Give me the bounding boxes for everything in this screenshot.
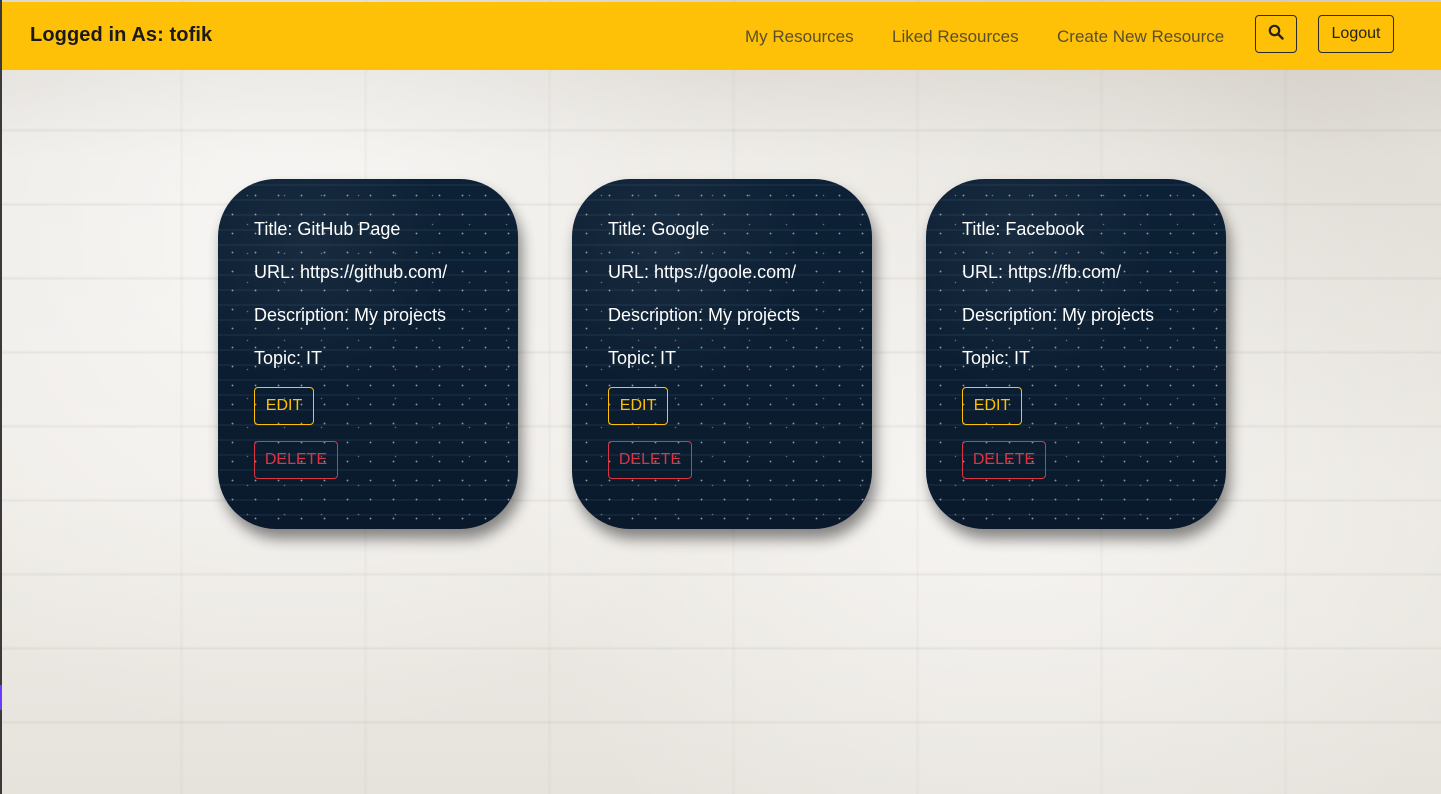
card-description: Description: My projects [254,305,447,325]
card-title: Title: Facebook [962,219,1085,239]
card-url: URL: https://github.com/ [254,262,448,282]
delete-button[interactable]: DELETE [608,441,692,479]
card-topic: Topic: IT [608,348,677,368]
nav-liked-resources[interactable]: Liked Resources [892,27,1019,47]
card-topic: Topic: IT [254,348,323,368]
logout-button[interactable]: Logout [1318,15,1394,53]
search-button[interactable] [1255,15,1297,53]
window-edge [0,0,2,794]
edit-button[interactable]: EDIT [254,387,314,425]
delete-button[interactable]: DELETE [254,441,338,479]
card-title: Title: GitHub Page [254,219,401,239]
window-edge-accent [0,685,2,710]
logged-in-brand[interactable]: Logged in As: tofik [30,24,212,47]
nav-my-resources[interactable]: My Resources [745,27,854,47]
edit-button[interactable]: EDIT [962,387,1022,425]
card-topic: Topic: IT [962,348,1031,368]
card-description: Description: My projects [962,305,1155,325]
resource-card: Title: Facebook URL: https://fb.com/ Des… [926,179,1226,529]
search-icon [1268,24,1284,45]
delete-button[interactable]: DELETE [962,441,1046,479]
nav-create-new-resource[interactable]: Create New Resource [1057,27,1224,47]
card-url: URL: https://goole.com/ [608,262,797,282]
card-description: Description: My projects [608,305,801,325]
card-title: Title: Google [608,219,710,239]
resource-card: Title: Google URL: https://goole.com/ De… [572,179,872,529]
resource-card: Title: GitHub Page URL: https://github.c… [218,179,518,529]
card-url: URL: https://fb.com/ [962,262,1122,282]
edit-button[interactable]: EDIT [608,387,668,425]
navbar: Logged in As: tofik My Resources Liked R… [2,2,1441,70]
